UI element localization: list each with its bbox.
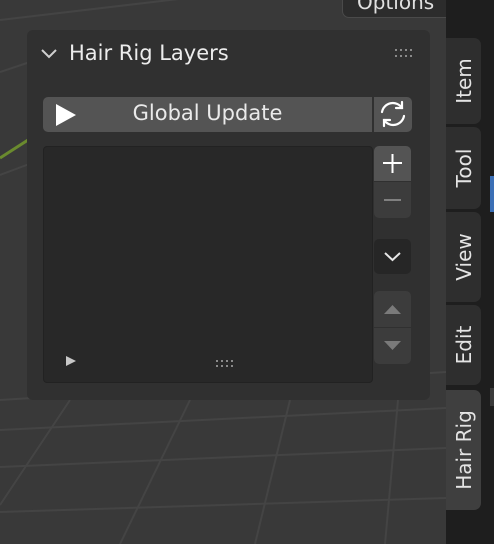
resize-grip-icon[interactable] (215, 359, 239, 369)
chevron-down-icon (384, 252, 401, 262)
tab-item[interactable]: Item (446, 38, 481, 124)
minus-icon (384, 199, 401, 201)
triangle-down-icon (384, 341, 401, 350)
y-axis-line (0, 138, 29, 160)
sidebar-tabs: Item Tool View Edit Hair Rig (446, 0, 494, 544)
plus-icon (383, 154, 402, 173)
tab-edit[interactable]: Edit (446, 305, 481, 385)
tab-label: Hair Rig (451, 410, 476, 490)
panel-title: Hair Rig Layers (69, 41, 229, 65)
tab-label: Item (451, 58, 476, 104)
tab-tool[interactable]: Tool (446, 127, 481, 209)
tab-label: Tool (451, 148, 476, 188)
triangle-right-icon[interactable] (64, 354, 78, 368)
move-down-button[interactable] (374, 328, 411, 364)
panel-header[interactable]: Hair Rig Layers (27, 30, 430, 78)
tab-hair-rig[interactable]: Hair Rig (446, 390, 481, 510)
triangle-up-icon (384, 305, 401, 314)
move-up-button[interactable] (374, 291, 411, 327)
refresh-icon (380, 100, 406, 128)
options-label: Options (357, 0, 435, 14)
tab-label: View (451, 233, 476, 281)
layers-list[interactable] (43, 146, 373, 383)
remove-layer-button[interactable] (374, 182, 411, 218)
tab-view[interactable]: View (446, 212, 481, 302)
hair-rig-layers-panel: Hair Rig Layers Global Update (27, 30, 430, 400)
add-layer-button[interactable] (374, 146, 411, 181)
global-update-button[interactable]: Global Update (43, 97, 372, 132)
global-update-label: Global Update (132, 101, 283, 125)
refresh-button[interactable] (374, 97, 412, 132)
sidebar-divider (490, 388, 494, 406)
drag-grip-icon[interactable] (394, 48, 418, 60)
chevron-down-icon[interactable] (40, 47, 60, 61)
sidebar-scroll-accent (490, 176, 494, 212)
specials-menu-button[interactable] (374, 239, 411, 274)
tab-label: Edit (451, 325, 476, 365)
